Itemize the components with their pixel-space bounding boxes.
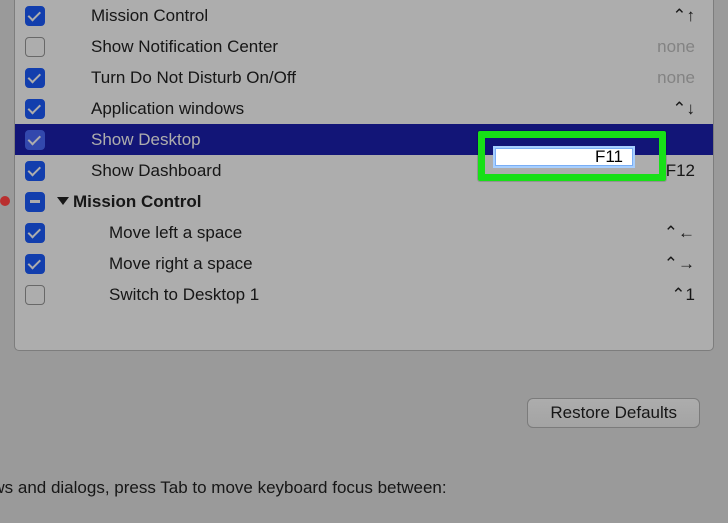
row-show-notification-center[interactable]: Show Notification Center none <box>15 31 713 62</box>
checkbox-show-dashboard[interactable] <box>25 161 45 181</box>
disclosure-triangle-icon[interactable] <box>57 197 69 205</box>
row-move-right-space[interactable]: Move right a space ⌃→ <box>15 248 713 279</box>
checkbox-notification-center[interactable] <box>25 37 45 57</box>
row-group-mission-control[interactable]: Mission Control <box>15 186 713 217</box>
checkbox-show-desktop[interactable] <box>25 130 45 150</box>
decorative-dot-icon <box>0 196 10 206</box>
checkbox-move-left[interactable] <box>25 223 45 243</box>
shortcut-value[interactable]: ⌃← <box>635 223 695 243</box>
row-move-left-space[interactable]: Move left a space ⌃← <box>15 217 713 248</box>
row-application-windows[interactable]: Application windows ⌃↓ <box>15 93 713 124</box>
group-label: Mission Control <box>73 192 201 212</box>
restore-defaults-button[interactable]: Restore Defaults <box>527 398 700 428</box>
row-label: Turn Do Not Disturb On/Off <box>91 68 635 88</box>
shortcut-editor-input[interactable]: F11 <box>493 146 635 168</box>
row-label: Mission Control <box>91 6 635 26</box>
row-label: Move left a space <box>109 223 635 243</box>
shortcut-value[interactable]: ⌃1 <box>635 285 695 305</box>
row-mission-control[interactable]: Mission Control ⌃↑ <box>15 0 713 31</box>
row-label: Show Notification Center <box>91 37 635 57</box>
hint-text: ndows and dialogs, press Tab to move key… <box>0 478 447 498</box>
row-label: Switch to Desktop 1 <box>109 285 635 305</box>
checkbox-move-right[interactable] <box>25 254 45 274</box>
row-label: Application windows <box>91 99 635 119</box>
row-switch-desktop-1[interactable]: Switch to Desktop 1 ⌃1 <box>15 279 713 310</box>
shortcut-value[interactable]: none <box>635 37 695 57</box>
shortcut-value[interactable]: ⌃↓ <box>635 99 695 119</box>
row-label: Move right a space <box>109 254 635 274</box>
checkbox-dnd[interactable] <box>25 68 45 88</box>
shortcut-value[interactable]: none <box>635 68 695 88</box>
checkbox-group-mixed[interactable] <box>25 192 45 212</box>
checkbox-mission-control[interactable] <box>25 6 45 26</box>
checkbox-switch-desktop-1[interactable] <box>25 285 45 305</box>
shortcut-value[interactable]: ⌃↑ <box>635 6 695 26</box>
row-do-not-disturb[interactable]: Turn Do Not Disturb On/Off none <box>15 62 713 93</box>
checkbox-app-windows[interactable] <box>25 99 45 119</box>
shortcut-value[interactable]: ⌃→ <box>635 254 695 274</box>
shortcut-editor-value: F11 <box>595 147 623 167</box>
